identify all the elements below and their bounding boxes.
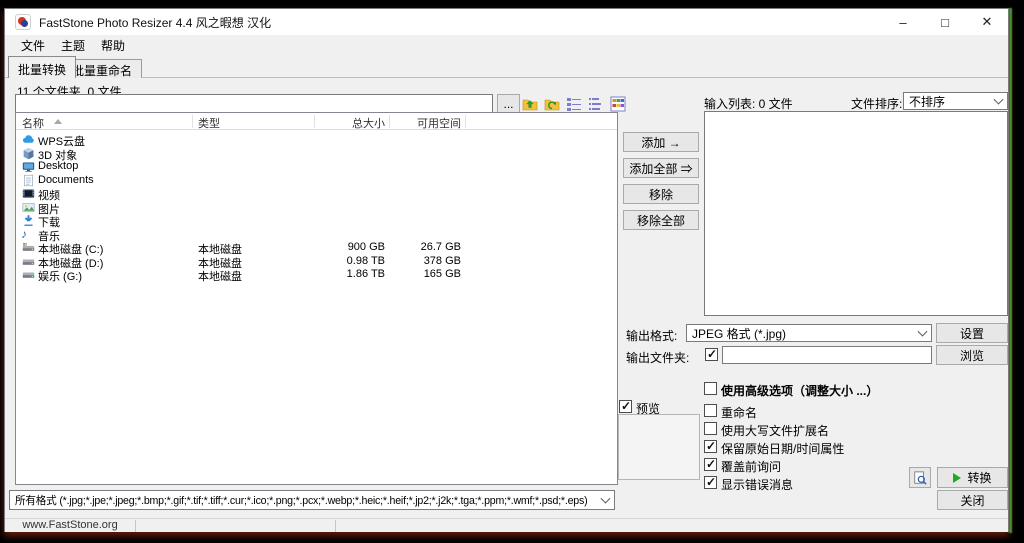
list-item[interactable]: 娱乐 (G:) 本地磁盘 1.86 TB 165 GB [16,268,617,283]
menu-file[interactable]: 文件 [13,35,53,56]
column-total-size[interactable]: 总大小 [352,115,385,131]
preview-panel [618,414,700,480]
status-bar: www.FastStone.org [5,518,1008,532]
title-bar[interactable]: FastStone Photo Resizer 4.4 风之暇想 汉化 – □ … [5,9,1008,35]
desktop-background: FastStone Photo Resizer 4.4 风之暇想 汉化 – □ … [0,0,1024,543]
browse-button[interactable]: 浏览 [936,345,1008,365]
documents-icon [22,174,35,187]
app-icon [15,14,31,30]
list-item[interactable]: 图片 [16,201,617,216]
keep-date-checkbox[interactable] [704,439,717,453]
videos-icon [22,187,35,200]
list-item[interactable]: WPS云盘 [16,133,617,148]
folder-up-icon[interactable] [521,95,538,112]
list-item[interactable]: Documents [16,174,617,188]
view-details-icon[interactable] [565,95,582,112]
convert-button[interactable]: 转换 [937,467,1008,488]
list-item[interactable]: Desktop [16,160,617,174]
preview-checkbox[interactable] [619,399,632,413]
ask-overwrite-checkbox[interactable] [704,457,717,471]
view-thumbnails-icon[interactable] [609,95,626,112]
show-errors-checkbox[interactable] [704,475,717,489]
drive-c-icon [22,241,35,254]
drive-g-icon [22,268,35,281]
output-format-label: 输出格式: [626,329,678,343]
keep-date-label: 保留原始日期/时间属性 [721,442,845,456]
column-name[interactable]: 名称 [22,115,44,131]
rename-label: 重命名 [721,406,758,420]
file-sort-combo[interactable]: 不排序 [903,92,1008,110]
3d-object-icon [22,147,35,160]
output-folder-input[interactable] [722,346,932,364]
downloads-icon [22,214,35,227]
pictures-icon [22,201,35,214]
minimize-button[interactable]: – [882,9,924,35]
chevron-down-icon [993,94,1004,105]
close-button[interactable]: ✕ [966,9,1008,35]
sort-asc-icon [54,119,62,124]
add-all-button[interactable]: 添加全部 ⇒ [623,158,699,178]
convert-label: 转换 [967,471,992,485]
maximize-button[interactable]: □ [924,9,966,35]
list-item[interactable]: 本地磁盘 (D:) 本地磁盘 0.98 TB 378 GB [16,255,617,270]
chevron-down-icon [600,493,611,504]
settings-button[interactable]: 设置 [936,323,1008,343]
output-folder-checkbox[interactable] [705,347,718,361]
add-button[interactable]: 添加 → [623,132,699,152]
list-item[interactable]: ♪ 音乐 [16,226,617,243]
view-list-icon[interactable] [587,95,604,112]
input-list-label: 输入列表: 0 文件 [704,97,793,111]
uppercase-ext-checkbox[interactable] [704,422,717,435]
path-input[interactable] [15,94,493,113]
rename-checkbox[interactable] [704,404,717,417]
file-sort-value: 不排序 [909,94,946,109]
play-icon [953,472,962,483]
show-errors-label: 显示错误消息 [721,478,794,492]
status-website: www.FastStone.org [22,519,118,531]
cloud-icon [22,133,35,146]
tab-batch-convert[interactable]: 批量转换 [8,56,77,78]
output-folder-label: 输出文件夹: [626,351,690,365]
menu-help[interactable]: 帮助 [93,35,133,56]
document-magnifier-icon [913,470,927,485]
close-dialog-button[interactable]: 关闭 [937,490,1008,510]
print-preview-button[interactable] [909,467,931,488]
app-window: FastStone Photo Resizer 4.4 风之暇想 汉化 – □ … [4,8,1009,532]
uppercase-ext-label: 使用大写文件扩展名 [721,424,830,438]
path-browse-button[interactable]: ... [497,94,520,113]
ask-overwrite-label: 覆盖前询问 [721,460,782,474]
list-item[interactable]: 3D 对象 [16,147,617,162]
folder-refresh-icon[interactable] [543,95,560,112]
column-free-space[interactable]: 可用空间 [417,115,461,131]
screen-edge-artifact [1009,8,1012,533]
desktop-icon [22,160,35,173]
music-icon: ♪ [21,226,27,241]
column-type[interactable]: 类型 [198,115,220,131]
folder-browser-panel: 名称 类型 总大小 可用空间 WPS云盘 3D 对象 Desktop Docum… [15,112,618,485]
format-filter-combo[interactable]: 所有格式 (*.jpg;*.jpe;*.jpeg;*.bmp;*.gif;*.t… [9,490,615,510]
output-format-value: JPEG 格式 (*.jpg) [692,326,787,341]
chevron-down-icon [917,326,928,337]
input-file-list[interactable] [704,111,1008,316]
file-sort-label: 文件排序: [851,97,903,111]
window-title: FastStone Photo Resizer 4.4 风之暇想 汉化 [39,15,272,30]
drive-d-icon [22,255,35,268]
list-item[interactable]: 下载 [16,214,617,229]
advanced-options-label: 使用高级选项（调整大小 ...） [721,384,879,398]
format-filter-value: 所有格式 (*.jpg;*.jpe;*.jpeg;*.bmp;*.gif;*.t… [15,494,588,507]
tab-strip: 批量转换 批量重命名 [5,56,1008,78]
output-format-combo[interactable]: JPEG 格式 (*.jpg) [686,324,932,342]
remove-button[interactable]: 移除 [623,184,699,204]
menu-theme[interactable]: 主题 [53,35,93,56]
list-item[interactable]: 本地磁盘 (C:) 本地磁盘 900 GB 26.7 GB [16,241,617,256]
remove-all-button[interactable]: 移除全部 [623,210,699,230]
menu-bar: 文件 主题 帮助 [5,35,1008,56]
advanced-options-checkbox[interactable] [704,382,717,395]
list-item[interactable]: 视频 [16,187,617,202]
list-header: 名称 类型 总大小 可用空间 [16,113,617,130]
